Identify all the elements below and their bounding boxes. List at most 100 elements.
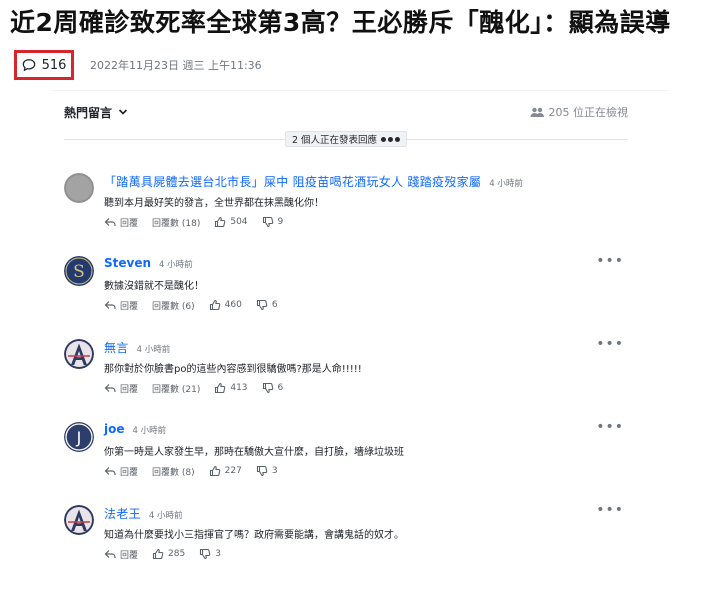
article-meta: 516 2022年11月23日 週三 上午11:36	[14, 50, 262, 80]
like-count: 413	[230, 383, 248, 393]
comment-actions: 回覆 回覆數 (8) 227 3	[104, 464, 624, 478]
more-options-icon[interactable]: •••	[596, 254, 624, 268]
typing-pill: 2 個人正在發表回應	[284, 131, 408, 147]
letter-a-avatar-icon	[64, 505, 94, 535]
reply-arrow-icon	[104, 550, 116, 558]
article-headline: 近2周確診致死率全球第3高？王必勝斥「醜化」：顯為誤導	[10, 8, 671, 37]
comment-item: S Steven 4 小時前 數據沒錯就不是醜化！ 回覆 回覆數 (6) 460	[64, 254, 624, 326]
comments-header: 熱門留言 205 位正在檢視	[64, 103, 628, 121]
thumbs-down-icon	[256, 299, 268, 311]
comment-text: 數據沒錯就不是醜化！	[104, 281, 204, 292]
comment-username[interactable]: 無言	[104, 339, 129, 356]
letter-s-avatar-icon: S	[64, 256, 94, 286]
chevron-down-icon	[118, 109, 128, 115]
comment-actions: 回覆 回覆數 (18) 504 9	[104, 215, 624, 229]
avatar[interactable]	[64, 505, 94, 535]
comment-time: 4 小時前	[159, 260, 193, 270]
like-button[interactable]: 227	[209, 465, 242, 477]
replies-count-button[interactable]: 回覆數 (8)	[152, 465, 195, 478]
avatar[interactable]	[64, 339, 94, 369]
comment-actions: 回覆 285 3	[104, 547, 624, 561]
more-options-icon[interactable]: •••	[596, 420, 624, 434]
like-button[interactable]: 413	[214, 382, 248, 394]
reply-arrow-icon	[104, 301, 116, 309]
article-timestamp: 2022年11月23日 週三 上午11:36	[90, 59, 262, 72]
comment-time: 4 小時前	[148, 511, 183, 521]
like-button[interactable]: 504	[214, 216, 248, 228]
reply-button[interactable]: 回覆	[104, 382, 138, 395]
comment-item: 法老王 4 小時前 知道為什麼要找小三指揮官了嗎？政府需要能講，會講鬼話的奴才。…	[64, 503, 624, 575]
thumbs-down-icon	[200, 548, 211, 560]
reply-label: 回覆	[120, 550, 139, 561]
comment-time: 4 小時前	[132, 426, 167, 436]
comments-panel: 熱門留言 205 位正在檢視 2 個人正在發表回應 「踏萬具屍體去選台北市長」屎…	[52, 90, 668, 589]
thumbs-up-icon	[209, 465, 220, 477]
dislike-count: 9	[277, 217, 284, 227]
sort-label: 熱門留言	[64, 105, 113, 120]
reply-button[interactable]: 回覆	[104, 299, 138, 312]
replies-count-button[interactable]: 回覆數 (18)	[152, 216, 200, 229]
avatar[interactable]: S	[64, 256, 94, 286]
dislike-button[interactable]: 3	[199, 548, 221, 560]
thumbs-up-icon	[215, 382, 226, 394]
comment-count-button[interactable]: 516	[14, 50, 74, 80]
like-count: 460	[224, 300, 242, 310]
thumbs-down-icon	[256, 465, 268, 477]
comment-item: J joe 4 小時前 你第一時是人家發生早，那時在驕傲大宣什麼，自打臉，墻綠垃…	[64, 420, 624, 492]
more-options-icon[interactable]: •••	[596, 503, 624, 517]
comment-username[interactable]: joe	[104, 422, 125, 436]
dislike-count: 3	[215, 549, 221, 559]
comment-time: 4 小時前	[489, 179, 523, 189]
svg-text:J: J	[76, 428, 82, 447]
comment-text: 聽到本月最好笑的發言，全世界都在抹黑醜化你！	[104, 198, 324, 209]
reply-button[interactable]: 回覆	[104, 216, 138, 229]
people-icon	[530, 107, 544, 117]
replies-count-button[interactable]: 回覆數 (6)	[152, 299, 195, 312]
reply-arrow-icon	[104, 467, 116, 475]
reply-label: 回覆	[120, 218, 139, 229]
dislike-button[interactable]: 6	[262, 382, 284, 394]
reply-button[interactable]: 回覆	[104, 465, 138, 478]
like-button[interactable]: 285	[152, 548, 185, 560]
reply-arrow-icon	[104, 218, 116, 226]
viewers-text: 205 位正在檢視	[548, 106, 629, 119]
comment-username[interactable]: Steven	[104, 256, 151, 270]
comment-text: 你第一時是人家發生早，那時在驕傲大宣什麼，自打臉，墻綠垃圾班	[104, 447, 404, 458]
like-count: 504	[230, 217, 248, 227]
comment-item: 「踏萬具屍體去選台北市長」屎中 阻疫苗喝花酒玩女人 踐踏疫歿家屬 4 小時前 聽…	[64, 173, 624, 243]
dislike-button[interactable]: 3	[256, 465, 278, 477]
dislike-button[interactable]: 9	[262, 216, 284, 228]
reply-arrow-icon	[104, 384, 116, 392]
comment-actions: 回覆 回覆數 (6) 460 6	[104, 298, 624, 312]
reply-button[interactable]: 回覆	[104, 548, 138, 561]
replies-count-button[interactable]: 回覆數 (21)	[152, 382, 200, 395]
comment-text: 知道為什麼要找小三指揮官了嗎？政府需要能講，會講鬼話的奴才。	[104, 530, 404, 541]
comment-time: 4 小時前	[136, 345, 171, 355]
thumbs-down-icon	[262, 382, 273, 394]
like-count: 227	[224, 466, 242, 476]
comment-username[interactable]: 法老王	[104, 505, 141, 522]
typing-indicator: 2 個人正在發表回應	[64, 131, 628, 147]
reply-label: 回覆	[120, 384, 139, 395]
thumbs-up-icon	[209, 299, 220, 311]
more-options-icon[interactable]: •••	[596, 337, 624, 351]
dislike-count: 3	[271, 466, 278, 476]
grey-avatar-icon	[64, 173, 94, 203]
dislike-count: 6	[277, 383, 284, 393]
avatar[interactable]: J	[64, 422, 94, 452]
like-button[interactable]: 460	[209, 299, 242, 311]
reply-label: 回覆	[120, 301, 139, 312]
thumbs-down-icon	[262, 216, 273, 228]
typing-text: 2 個人正在發表回應	[291, 135, 378, 146]
letter-j-avatar-icon: J	[64, 422, 94, 452]
sort-dropdown[interactable]: 熱門留言	[64, 104, 128, 121]
comment-item: 無言 4 小時前 那你對於你臉書po的這些內容感到很驕傲嗎?那是人命!!!!! …	[64, 337, 624, 409]
speech-bubble-icon	[22, 59, 35, 72]
comment-actions: 回覆 回覆數 (21) 413 6	[104, 381, 624, 395]
typing-dots-icon	[381, 136, 401, 142]
comment-count: 516	[41, 57, 67, 73]
avatar[interactable]	[64, 173, 94, 203]
comment-username[interactable]: 「踏萬具屍體去選台北市長」屎中 阻疫苗喝花酒玩女人 踐踏疫歿家屬	[104, 173, 481, 190]
letter-a-avatar-icon	[64, 339, 94, 369]
dislike-button[interactable]: 6	[256, 299, 278, 311]
